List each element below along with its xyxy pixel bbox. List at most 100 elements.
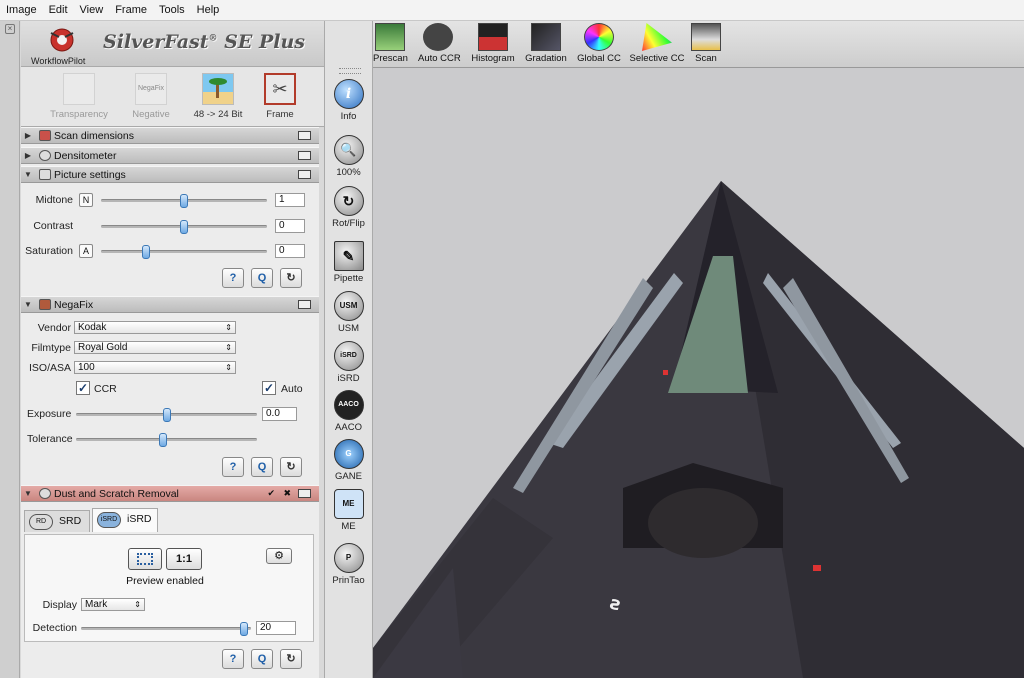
- tab-srd[interactable]: RD SRD: [24, 510, 90, 532]
- tab-isrd-label: iSRD: [127, 513, 152, 525]
- app-title-name: SilverFast: [103, 31, 209, 53]
- exposure-label: Exposure: [27, 408, 72, 420]
- detection-slider-knob[interactable]: [240, 622, 248, 636]
- ccr-checkbox[interactable]: ✓: [76, 381, 90, 395]
- refresh-button[interactable]: ↻: [280, 457, 302, 477]
- app-title-edition: SE Plus: [224, 31, 305, 53]
- popout-icon[interactable]: [298, 170, 311, 179]
- saturation-slider[interactable]: [101, 245, 267, 259]
- tolerance-slider-knob[interactable]: [159, 433, 167, 447]
- vendor-label: Vendor: [37, 322, 71, 334]
- grip-handle[interactable]: [339, 68, 361, 74]
- tool-isrd[interactable]: iSRD iSRD: [325, 341, 372, 384]
- menu-help[interactable]: Help: [191, 4, 226, 16]
- tool-label: ME: [341, 521, 356, 532]
- menu-image[interactable]: Image: [0, 4, 43, 16]
- mode-transparency[interactable]: Transparency: [49, 73, 109, 120]
- histogram-button[interactable]: Histogram: [470, 23, 516, 64]
- iso-select[interactable]: 100 ⇕: [74, 361, 236, 374]
- midtone-value[interactable]: 1: [275, 193, 305, 207]
- midtone-n-button[interactable]: N: [79, 193, 93, 207]
- section-picture-settings[interactable]: ▼ Picture settings: [21, 166, 319, 183]
- auto-checkbox[interactable]: ✓: [262, 381, 276, 395]
- mode-negative-label: Negative: [132, 109, 170, 120]
- contrast-slider[interactable]: [101, 220, 267, 234]
- detection-slider[interactable]: [81, 622, 251, 636]
- gear-icon[interactable]: ⚙: [266, 548, 292, 564]
- reset-button[interactable]: Q: [251, 268, 273, 288]
- exposure-value[interactable]: 0.0: [262, 407, 297, 421]
- prescan-button[interactable]: Prescan: [373, 23, 408, 64]
- section-densitometer[interactable]: ▶ Densitometer: [21, 147, 319, 164]
- menu-frame[interactable]: Frame: [109, 4, 153, 16]
- tool-pipette[interactable]: ✎ Pipette: [325, 241, 372, 284]
- contrast-slider-knob[interactable]: [180, 220, 188, 234]
- tab-isrd[interactable]: iSRD iSRD: [92, 508, 158, 532]
- saturation-value[interactable]: 0: [275, 244, 305, 258]
- tool-usm[interactable]: USM USM: [325, 291, 372, 334]
- midtone-slider[interactable]: [101, 194, 267, 208]
- scan-button[interactable]: Scan: [691, 23, 721, 64]
- global-cc-button[interactable]: Global CC: [576, 23, 622, 64]
- tool-gane[interactable]: G GANE: [325, 439, 372, 482]
- tool-printao[interactable]: P PrinTao: [325, 543, 372, 586]
- tolerance-slider[interactable]: [76, 433, 257, 447]
- zoom-1-1-button[interactable]: 1:1: [166, 548, 202, 570]
- auto-ccr-button[interactable]: Auto CCR: [418, 23, 461, 64]
- display-select[interactable]: Mark ⇕: [81, 598, 145, 611]
- select-arrows-icon: ⇕: [134, 600, 141, 609]
- help-button[interactable]: ?: [222, 457, 244, 477]
- filmtype-select[interactable]: Royal Gold ⇕: [74, 341, 236, 354]
- dust-tabs: RD SRD iSRD iSRD: [24, 508, 314, 534]
- gradation-button[interactable]: Gradation: [523, 23, 569, 64]
- tool-rotflip[interactable]: ↻ Rot/Flip: [325, 186, 372, 229]
- menu-view[interactable]: View: [74, 4, 110, 16]
- saturation-label: Saturation: [25, 245, 73, 257]
- mode-48-24-bit[interactable]: 48 -> 24 Bit: [188, 73, 248, 120]
- expand-triangle-icon: ▶: [24, 131, 32, 140]
- tool-aaco[interactable]: AACO AACO: [325, 390, 372, 433]
- midtone-slider-knob[interactable]: [180, 194, 188, 208]
- popout-icon[interactable]: [298, 489, 311, 498]
- section-negafix[interactable]: ▼ NegaFix: [21, 296, 319, 313]
- preview-area[interactable]: ƨ: [373, 68, 1024, 678]
- reset-button[interactable]: Q: [251, 457, 273, 477]
- workflowpilot-icon[interactable]: [45, 25, 79, 53]
- mode-negative[interactable]: NegaFix Negative: [121, 73, 181, 120]
- tool-me[interactable]: ME ME: [325, 489, 372, 532]
- mode-frame[interactable]: ✂ Frame: [250, 73, 310, 120]
- printer-icon: P: [333, 543, 364, 573]
- midtone-label: Midtone: [35, 194, 73, 206]
- preview-screen-button[interactable]: [128, 548, 162, 570]
- toolbar-label: Gradation: [525, 53, 567, 64]
- transparency-icon: [63, 73, 95, 105]
- usm-icon: USM: [333, 291, 364, 321]
- help-button[interactable]: ?: [222, 649, 244, 669]
- saturation-a-button[interactable]: A: [79, 244, 93, 258]
- contrast-value[interactable]: 0: [275, 219, 305, 233]
- popout-icon[interactable]: [298, 131, 311, 140]
- confirm-check-icon[interactable]: ✔: [267, 488, 275, 499]
- preview-enabled-text: Preview enabled: [126, 575, 204, 587]
- refresh-button[interactable]: ↻: [280, 268, 302, 288]
- detection-value[interactable]: 20: [256, 621, 296, 635]
- multi-exposure-icon: ME: [333, 489, 364, 519]
- selective-cc-button[interactable]: Selective CC: [629, 23, 685, 64]
- tool-zoom[interactable]: 🔍 100%: [325, 135, 372, 178]
- reset-button[interactable]: Q: [251, 649, 273, 669]
- section-scan-dimensions[interactable]: ▶ Scan dimensions: [21, 127, 319, 144]
- tool-info[interactable]: i Info: [325, 79, 372, 122]
- menu-edit[interactable]: Edit: [43, 4, 74, 16]
- popout-icon[interactable]: [298, 300, 311, 309]
- exposure-slider-knob[interactable]: [163, 408, 171, 422]
- menu-tools[interactable]: Tools: [153, 4, 191, 16]
- help-button[interactable]: ?: [222, 268, 244, 288]
- section-dust-scratch[interactable]: ▼ Dust and Scratch Removal ✔ ✖: [21, 485, 319, 502]
- close-icon[interactable]: ×: [5, 24, 15, 34]
- saturation-slider-knob[interactable]: [142, 245, 150, 259]
- popout-icon[interactable]: [298, 151, 311, 160]
- exposure-slider[interactable]: [76, 408, 257, 422]
- vendor-select[interactable]: Kodak ⇕: [74, 321, 236, 334]
- refresh-button[interactable]: ↻: [280, 649, 302, 669]
- cancel-x-icon[interactable]: ✖: [283, 488, 291, 499]
